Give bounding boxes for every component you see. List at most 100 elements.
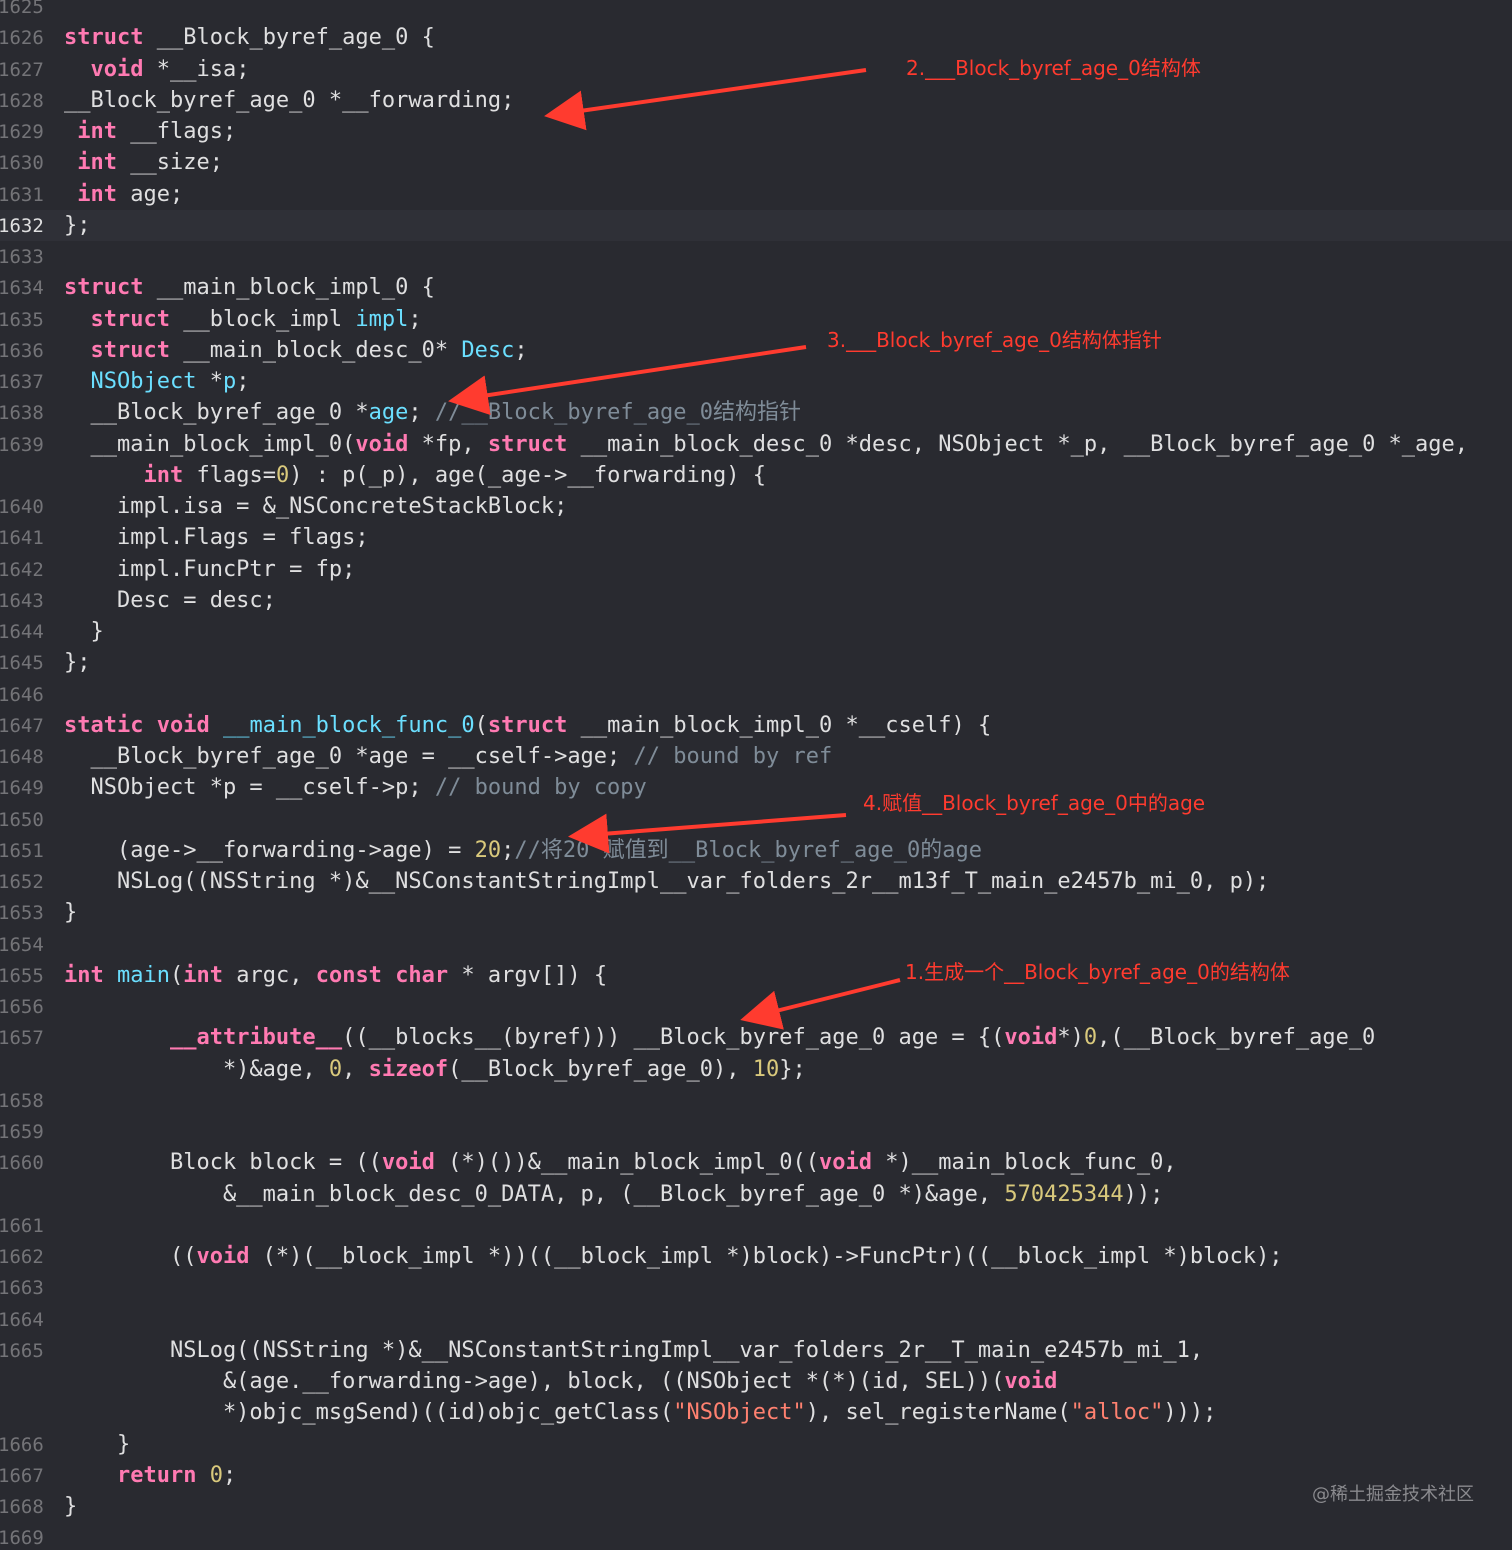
code-token: // bound by ref — [633, 744, 833, 769]
code-line[interactable]: impl.isa = &_NSConcreteStackBlock; — [64, 491, 567, 522]
code-line[interactable]: NSObject *p = __cself->p; // bound by co… — [64, 772, 647, 803]
code-token: __main_block_impl_0( — [64, 431, 356, 457]
line-number: 1639 — [0, 433, 44, 456]
code-line[interactable]: }; — [64, 647, 91, 678]
code-token: //__Block_byref_age_0结构指针 — [434, 400, 802, 426]
code-line[interactable]: void *__isa; — [64, 54, 250, 85]
code-line[interactable]: } — [64, 1491, 77, 1522]
line-number: 1648 — [0, 746, 44, 768]
code-token: struct — [90, 306, 170, 332]
code-token: ( — [169, 962, 184, 988]
code-token: impl.Flags = flags; — [64, 525, 369, 551]
code-line[interactable]: int age; — [64, 179, 183, 210]
code-line[interactable]: }; — [64, 210, 91, 241]
code-line[interactable]: NSLog((NSString *)&__NSConstantStringImp… — [64, 866, 1269, 897]
code-token: char — [395, 962, 449, 988]
code-line[interactable]: &(age.__forwarding->age), block, ((NSObj… — [64, 1366, 1057, 1397]
code-line[interactable]: impl.Flags = flags; — [64, 522, 369, 553]
line-number: 1657 — [0, 1027, 44, 1050]
code-editor[interactable]: 1625 1626 struct __Block_byref_age_0 {1627… — [0, 0, 1512, 1549]
code-line[interactable]: int main(int argc, const char * argv[]) … — [64, 960, 607, 991]
code-token: void — [156, 712, 210, 738]
current-line-highlight — [0, 209, 1512, 241]
code-line[interactable]: (age->__forwarding->age) = 20;//将20 赋值到_… — [64, 835, 982, 866]
code-token: ; — [408, 400, 435, 426]
line-number: 1643 — [0, 589, 44, 612]
code-line[interactable]: *)&age, 0, sizeof(__Block_byref_age_0), … — [64, 1054, 806, 1085]
code-token: &(age.__forwarding->age), block, ((NSObj… — [64, 1369, 1005, 1394]
code-line[interactable]: __main_block_impl_0(void *fp, struct __m… — [64, 429, 1468, 460]
code-line[interactable]: ((void (*)(__block_impl *))((__block_imp… — [64, 1241, 1283, 1272]
line-number: 1650 — [0, 808, 44, 831]
code-token: *)objc_msgSend)((id)objc_getClass( — [64, 1400, 674, 1426]
code-token: __main_block_func_0 — [222, 712, 475, 738]
code-line[interactable]: Block block = ((void (*)())&__main_block… — [64, 1147, 1177, 1178]
line-number: 1651 — [0, 839, 44, 862]
code-line[interactable]: } — [64, 1429, 130, 1460]
code-token: __Block_byref_age_0 { — [143, 25, 435, 51]
line-number: 1645 — [0, 652, 44, 675]
code-token: NSLog((NSString *)&__NSConstantStringImp… — [64, 869, 1270, 894]
line-number: 1663 — [0, 1277, 44, 1300]
code-token: __main_block_impl_0 *__cself) { — [567, 712, 992, 738]
code-token: ; — [236, 369, 250, 394]
code-token: "alloc" — [1070, 1400, 1164, 1426]
code-line[interactable]: impl.FuncPtr = fp; — [64, 554, 355, 585]
line-number: 1640 — [0, 496, 44, 518]
code-line[interactable]: static void __main_block_func_0(struct _… — [64, 710, 991, 741]
code-line[interactable]: NSLog((NSString *)&__NSConstantStringImp… — [64, 1335, 1203, 1366]
code-token: ((__blocks__(byref))) __Block_byref_age_… — [342, 1025, 1005, 1051]
code-token: struct — [64, 25, 144, 51]
code-line[interactable]: int __size; — [64, 147, 223, 178]
code-line[interactable]: int flags=0) : p(_p), age(_age->__forwar… — [64, 460, 766, 491]
code-token: // bound by copy — [434, 775, 647, 801]
code-line[interactable]: struct __block_impl impl; — [64, 304, 422, 335]
line-number: 1649 — [0, 777, 44, 800]
line-number: 1662 — [0, 1246, 44, 1268]
code-token: NSObject *p = __cself->p; — [64, 775, 435, 801]
code-line[interactable]: return 0; — [64, 1460, 236, 1491]
code-token: NSObject — [90, 369, 197, 394]
code-line[interactable]: __Block_byref_age_0 *age; //__Block_byre… — [64, 397, 801, 428]
line-number: 1636 — [0, 339, 44, 362]
code-token: void — [381, 1150, 435, 1176]
code-token: ; — [222, 1462, 237, 1488]
code-token: impl.isa = &_NSConcreteStackBlock; — [64, 494, 568, 519]
code-token: int — [77, 119, 117, 144]
code-token: struct — [487, 712, 568, 738]
code-token: int — [77, 181, 117, 207]
code-line[interactable]: __attribute__((__blocks__(byref))) __Blo… — [64, 1022, 1375, 1053]
code-line[interactable]: NSObject *p; — [64, 366, 250, 397]
code-token: __Block_byref_age_0 *__forwarding; — [64, 87, 515, 113]
code-line[interactable]: } — [64, 897, 77, 928]
code-line[interactable]: *)objc_msgSend)((id)objc_getClass("NSObj… — [64, 1397, 1216, 1428]
code-token: * argv[]) { — [448, 962, 608, 988]
code-line[interactable]: Desc = desc; — [64, 585, 276, 616]
line-number: 1666 — [0, 1433, 44, 1456]
code-line[interactable]: struct __main_block_impl_0 { — [64, 272, 435, 303]
code-token: void — [1004, 1369, 1058, 1394]
code-token: int — [77, 150, 117, 176]
code-token: ( — [474, 712, 488, 738]
code-token: __attribute__ — [169, 1025, 343, 1051]
code-line[interactable]: int __flags; — [64, 116, 236, 147]
line-number: 1627 — [0, 58, 44, 81]
code-line[interactable]: &__main_block_desc_0_DATA, p, (__Block_b… — [64, 1179, 1163, 1210]
code-token: void — [355, 431, 409, 457]
code-token: int — [183, 962, 223, 988]
code-token: __flags; — [117, 119, 237, 144]
code-line[interactable]: __Block_byref_age_0 *__forwarding; — [64, 85, 514, 116]
code-line[interactable]: } — [64, 616, 103, 647]
line-number: 1642 — [0, 558, 44, 581]
code-line[interactable]: __Block_byref_age_0 *age = __cself->age;… — [64, 741, 832, 772]
code-line[interactable]: struct __main_block_desc_0* Desc; — [64, 335, 528, 366]
code-token: *)&age, — [64, 1056, 329, 1082]
annotation-3-label: 3.___Block_byref_age_0结构体指针 — [827, 328, 1162, 352]
code-line[interactable]: struct __Block_byref_age_0 { — [64, 22, 435, 53]
code-token: (__Block_byref_age_0), — [448, 1056, 753, 1082]
